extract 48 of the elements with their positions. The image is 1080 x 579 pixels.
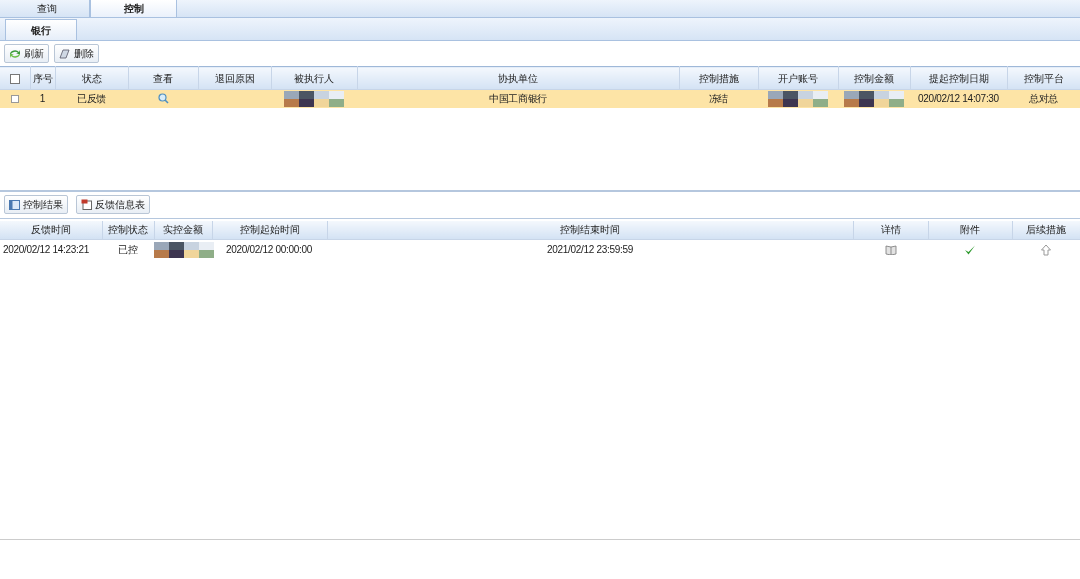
table-cell-text: 中国工商银行	[488, 93, 548, 105]
table-cell-text: 2020/02/12 00:00:00	[226, 244, 313, 256]
redaction-mosaic	[154, 241, 214, 258]
column-header: 控制措施	[679, 66, 758, 90]
table-cell-text: 已反馈	[76, 93, 107, 105]
column-header: 控制金额	[838, 66, 910, 90]
redaction-mosaic	[844, 90, 904, 107]
redaction-mosaic	[284, 90, 344, 107]
table-cell-text: 1	[39, 93, 46, 105]
tab[interactable]: 银行	[5, 19, 77, 40]
column-header: 控制平台	[1007, 66, 1080, 90]
checkbox[interactable]	[9, 73, 20, 84]
checkbox[interactable]	[11, 95, 19, 104]
tab[interactable]: 控制	[90, 0, 177, 17]
book-icon[interactable]	[884, 244, 897, 255]
table-cell-text: 2020/02/12 14:23:21	[3, 244, 90, 256]
table-cell-text: 2021/02/12 23:59:59	[546, 244, 634, 256]
table-cell-text: 冻结	[708, 93, 729, 105]
column-header: 后续措施	[1012, 220, 1080, 240]
column-header: 详情	[853, 220, 928, 240]
table-cell-text: 020/02/12 14:07:30	[918, 93, 999, 105]
column-header: 协执单位	[357, 66, 679, 90]
column-header: 退回原因	[198, 66, 271, 90]
column-header: 控制结束时间	[327, 220, 853, 240]
column-header: 序号	[30, 66, 55, 90]
column-header: 开户账号	[758, 66, 838, 90]
column-header: 被执行人	[271, 66, 357, 90]
table-icon	[9, 199, 20, 210]
toolbar-button[interactable]: 删除	[54, 44, 99, 63]
column-header: 实控金额	[154, 220, 212, 240]
eraser-icon	[59, 48, 71, 59]
table-cell-text: 已控	[118, 244, 138, 256]
form-icon	[81, 199, 92, 210]
refresh-icon	[9, 48, 21, 59]
table-cell-text: 总对总	[1028, 93, 1059, 105]
redaction-mosaic	[768, 90, 828, 107]
column-header: 控制状态	[102, 220, 154, 240]
column-header: 反馈时间	[0, 220, 102, 240]
column-header: 提起控制日期	[910, 66, 1007, 90]
toolbar-button[interactable]: 反馈信息表	[76, 195, 150, 214]
up-arrow-icon[interactable]	[1041, 243, 1051, 256]
toolbar-button[interactable]: 控制结果	[4, 195, 68, 214]
toolbar-button[interactable]: 刷新	[4, 44, 49, 63]
search-icon[interactable]	[157, 93, 169, 105]
column-header: 附件	[928, 220, 1012, 240]
column-header: 控制起始时间	[212, 220, 327, 240]
column-header: 状态	[55, 66, 128, 90]
column-header: 查看	[128, 66, 198, 90]
